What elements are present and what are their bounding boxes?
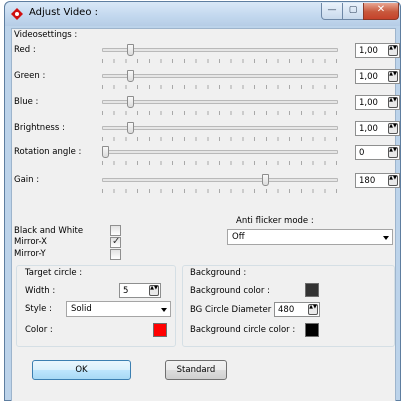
maximize-icon: ▢ [348, 5, 358, 15]
close-icon: ✕ [376, 4, 386, 15]
title-bar[interactable]: Adjust Video : — ▢ ✕ [5, 2, 400, 26]
target-circle-title: Target circle : [25, 268, 83, 278]
slider-thumb[interactable] [262, 174, 269, 186]
brightness-slider[interactable] [102, 122, 338, 134]
slider-thumb[interactable] [127, 96, 134, 108]
width-value: 5 [123, 286, 129, 296]
mirror-x-checkbox[interactable]: ✓ [110, 236, 121, 248]
bg-circle-diameter-label: BG Circle Diameter : [190, 305, 277, 315]
brightness-label: Brightness : [14, 123, 65, 133]
green-label: Green : [14, 71, 46, 81]
red-label: Red : [14, 45, 36, 55]
rotation-angle-value: 0 [359, 148, 365, 158]
bg-circle-diameter-spinner[interactable]: 480 ▲▼ [274, 302, 320, 317]
minimize-button[interactable]: — [321, 3, 343, 20]
slider-ticks [102, 161, 338, 165]
spinner-arrows-icon[interactable]: ▲▼ [308, 304, 318, 315]
width-spinner[interactable]: 5 ▲▼ [119, 283, 161, 298]
slider-ticks [102, 137, 338, 141]
slider-ticks [102, 189, 338, 193]
spinner-arrows-icon[interactable]: ▲▼ [388, 97, 398, 108]
red-value: 1,00 [359, 46, 378, 56]
spinner-arrows-icon[interactable]: ▲▼ [149, 285, 159, 296]
gain-slider[interactable] [102, 174, 338, 186]
blue-value: 1,00 [359, 98, 378, 108]
style-value: Solid [71, 304, 92, 314]
black-and-white-label: Black and White [14, 226, 84, 236]
background-color-swatch[interactable] [305, 283, 319, 297]
rotation-angle-slider[interactable] [102, 146, 338, 158]
red-diamond-icon [11, 8, 23, 20]
gain-value: 180 [359, 176, 376, 186]
slider-thumb[interactable] [127, 122, 134, 134]
gain-spinner[interactable]: 180 ▲▼ [355, 173, 400, 188]
black-and-white-checkbox[interactable] [110, 225, 121, 236]
background-circle-color-label: Background circle color : [190, 325, 296, 335]
spinner-arrows-icon[interactable]: ▲▼ [388, 45, 398, 56]
green-slider[interactable] [102, 70, 338, 82]
dialog-body: Videosettings : Red : 1,00 ▲▼ Green : 1,0… [11, 28, 400, 401]
close-button[interactable]: ✕ [363, 3, 399, 20]
blue-slider[interactable] [102, 96, 338, 108]
slider-thumb[interactable] [102, 146, 109, 158]
red-slider[interactable] [102, 44, 338, 56]
rotation-angle-label: Rotation angle : [14, 147, 82, 157]
chevron-down-icon [383, 236, 389, 240]
slider-ticks [102, 59, 338, 63]
background-circle-color-swatch[interactable] [305, 323, 319, 337]
minimize-icon: — [327, 5, 337, 15]
mirror-y-checkbox[interactable] [110, 249, 121, 260]
anti-flicker-select[interactable]: Off [227, 229, 393, 245]
width-label: Width : [25, 286, 56, 296]
slider-thumb[interactable] [127, 70, 134, 82]
brightness-spinner[interactable]: 1,00 ▲▼ [355, 121, 400, 136]
rotation-angle-spinner[interactable]: 0 ▲▼ [355, 145, 400, 160]
style-select[interactable]: Solid [66, 301, 171, 317]
chevron-down-icon [161, 308, 167, 312]
check-icon: ✓ [112, 236, 121, 247]
blue-spinner[interactable]: 1,00 ▲▼ [355, 95, 400, 110]
slider-ticks [102, 111, 338, 115]
color-label: Color : [25, 325, 53, 335]
blue-label: Blue : [14, 97, 39, 107]
style-label: Style : [25, 304, 52, 314]
ok-button[interactable]: OK [32, 360, 131, 380]
anti-flicker-label: Anti flicker mode : [236, 216, 314, 226]
green-value: 1,00 [359, 72, 378, 82]
anti-flicker-value: Off [232, 232, 245, 242]
mirror-x-label: Mirror-X [14, 237, 47, 247]
gain-label: Gain : [14, 175, 40, 185]
window-title: Adjust Video : [29, 7, 99, 18]
standard-button[interactable]: Standard [165, 360, 227, 380]
spinner-arrows-icon[interactable]: ▲▼ [388, 147, 398, 158]
brightness-value: 1,00 [359, 124, 378, 134]
background-color-label: Background color : [190, 286, 270, 296]
slider-ticks [102, 85, 338, 89]
background-title: Background : [190, 268, 247, 278]
spinner-arrows-icon[interactable]: ▲▼ [388, 71, 398, 82]
bg-circle-diameter-value: 480 [278, 305, 295, 315]
spinner-arrows-icon[interactable]: ▲▼ [388, 175, 398, 186]
slider-thumb[interactable] [127, 44, 134, 56]
green-spinner[interactable]: 1,00 ▲▼ [355, 69, 400, 84]
target-color-swatch[interactable] [153, 323, 167, 337]
adjust-video-window: Adjust Video : — ▢ ✕ Videosettings : Red… [4, 1, 401, 401]
red-spinner[interactable]: 1,00 ▲▼ [355, 43, 400, 58]
spinner-arrows-icon[interactable]: ▲▼ [388, 123, 398, 134]
videosettings-title: Videosettings : [14, 30, 78, 40]
mirror-y-label: Mirror-Y [14, 249, 46, 259]
maximize-button[interactable]: ▢ [342, 3, 364, 20]
